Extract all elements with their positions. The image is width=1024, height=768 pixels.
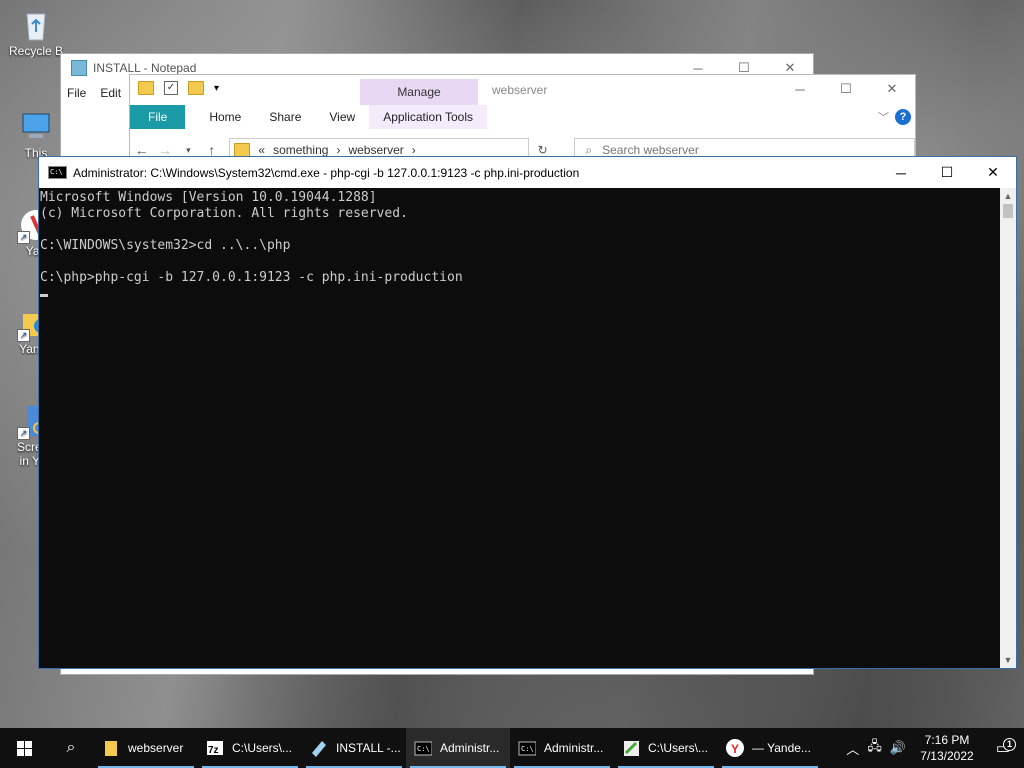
clock-time: 7:16 PM [924, 733, 970, 747]
close-icon[interactable]: ✕ [970, 157, 1016, 188]
expand-ribbon-icon[interactable]: ﹀ [878, 109, 889, 125]
manage-tab-header[interactable]: Manage [360, 79, 478, 105]
taskbar-item-label: INSTALL -... [336, 741, 401, 755]
scroll-down-icon[interactable]: ▼ [1000, 652, 1016, 668]
folder-icon [105, 741, 117, 756]
cmd-titlebar[interactable]: C:\ Administrator: C:\Windows\System32\c… [39, 157, 1016, 188]
console-line: C:\php>php-cgi -b 127.0.0.1:9123 -c php.… [40, 270, 463, 285]
volume-icon[interactable]: 🔊 [890, 740, 906, 756]
taskbar-item-label: Administr... [440, 741, 500, 755]
svg-text:Y: Y [731, 742, 739, 756]
chevron-up-icon[interactable]: ︿ [846, 739, 859, 758]
installer-icon [624, 741, 639, 756]
notepad-title: INSTALL - Notepad [93, 61, 197, 75]
taskbar: ⌕ webserver 7z C:\Users\... INSTALL -...… [0, 728, 1024, 768]
console-line: C:\WINDOWS\system32>cd ..\..\php [40, 238, 291, 253]
taskbar-item-cmd[interactable]: C:\ Administr... [510, 728, 614, 768]
cmd-title: Administrator: C:\Windows\System32\cmd.e… [73, 165, 580, 180]
chevron-right-icon[interactable]: › [412, 143, 416, 157]
computer-icon [19, 110, 53, 144]
taskbar-item-label: webserver [128, 741, 184, 755]
notification-count: 1 [1003, 738, 1016, 751]
system-tray: ︿ 🖧 🔊 7:16 PM 7/13/2022 ▭ 1 [846, 728, 1024, 768]
tab-view[interactable]: View [315, 105, 369, 129]
taskbar-item-cmd-active[interactable]: C:\ Administr... [406, 728, 510, 768]
minimize-icon[interactable]: ─ [878, 157, 924, 188]
close-icon[interactable]: ✕ [869, 75, 915, 103]
tab-home[interactable]: Home [185, 105, 255, 129]
taskbar-item-7zip[interactable]: 7z C:\Users\... [198, 728, 302, 768]
7zip-icon: 7z [207, 741, 223, 756]
refresh-icon[interactable]: ↻ [531, 143, 554, 157]
breadcrumb-something[interactable]: something [273, 143, 328, 157]
cmd-icon: C:\ [414, 741, 432, 756]
taskbar-item-notepad[interactable]: INSTALL -... [302, 728, 406, 768]
clock-date: 7/13/2022 [920, 749, 974, 763]
svg-text:C:\: C:\ [417, 745, 430, 753]
start-button[interactable] [0, 728, 48, 768]
search-icon[interactable]: ⌕ [48, 728, 94, 768]
chevron-right-icon[interactable]: › [336, 143, 340, 157]
console-line: Microsoft Windows [Version 10.0.19044.12… [40, 190, 377, 205]
cmd-icon: C:\ [518, 741, 536, 756]
console-output[interactable]: Microsoft Windows [Version 10.0.19044.12… [39, 188, 1000, 668]
tab-application-tools[interactable]: Application Tools [369, 105, 488, 129]
taskbar-item-label: Administr... [544, 741, 604, 755]
shortcut-arrow-icon: ↗ [17, 427, 30, 440]
breadcrumb-overflow[interactable]: « [258, 143, 265, 157]
text-cursor [40, 294, 48, 297]
cmd-icon: C:\ [48, 166, 67, 179]
vertical-scrollbar[interactable]: ▲ ▼ [1000, 188, 1016, 668]
taskbar-item-label: C:\Users\... [232, 741, 293, 755]
tab-share[interactable]: Share [255, 105, 315, 129]
scroll-up-icon[interactable]: ▲ [1000, 188, 1016, 204]
shortcut-arrow-icon: ↗ [17, 329, 30, 342]
svg-text:C:\: C:\ [521, 745, 534, 753]
folder-icon [234, 143, 251, 157]
taskbar-item-label: — Yande... [752, 741, 811, 755]
cmd-window[interactable]: C:\ Administrator: C:\Windows\System32\c… [38, 156, 1017, 669]
yandex-icon: Y [726, 739, 744, 757]
console-line: (c) Microsoft Corporation. All rights re… [40, 206, 408, 221]
notepad-icon [71, 60, 87, 76]
desktop-icon-label: Recycle B [8, 44, 64, 58]
taskbar-item-installer[interactable]: C:\Users\... [614, 728, 718, 768]
windows-logo-icon [16, 740, 32, 756]
search-placeholder: Search webserver [602, 143, 699, 157]
properties-icon[interactable]: ✓ [164, 81, 178, 95]
maximize-icon[interactable]: ☐ [924, 157, 970, 188]
clock[interactable]: 7:16 PM 7/13/2022 [914, 732, 980, 764]
notepad-icon [312, 741, 326, 757]
breadcrumb-webserver[interactable]: webserver [348, 143, 403, 157]
tab-file[interactable]: File [130, 105, 186, 129]
quick-access-toolbar: ✓ ▾ [138, 81, 219, 95]
recent-locations-icon[interactable]: ▾ [177, 145, 200, 156]
help-icon[interactable]: ? [895, 109, 911, 125]
recycle-bin-icon [19, 8, 53, 42]
network-icon[interactable]: 🖧 [867, 737, 882, 759]
folder-icon [138, 81, 154, 95]
svg-text:7z: 7z [208, 745, 219, 756]
desktop-icon-recycle-bin[interactable]: Recycle B [6, 8, 66, 58]
taskbar-item-yandex[interactable]: Y — Yande... [718, 728, 822, 768]
taskbar-item-label: C:\Users\... [648, 741, 709, 755]
minimize-icon[interactable]: ─ [777, 75, 823, 103]
new-folder-icon[interactable] [188, 81, 204, 95]
customize-qat-icon[interactable]: ▾ [214, 83, 219, 94]
taskbar-item-webserver[interactable]: webserver [94, 728, 198, 768]
explorer-title: webserver [492, 83, 548, 97]
scrollbar-thumb[interactable] [1003, 204, 1013, 218]
menu-file[interactable]: File [67, 86, 86, 100]
menu-edit[interactable]: Edit [100, 86, 121, 100]
ribbon-tabs: File Home Share View Application Tools [130, 105, 488, 129]
notification-center-icon[interactable]: ▭ 1 [988, 738, 1018, 757]
maximize-icon[interactable]: ☐ [823, 75, 869, 103]
shortcut-arrow-icon: ↗ [17, 231, 30, 244]
desktop-icon-this-pc[interactable]: This [6, 110, 66, 160]
